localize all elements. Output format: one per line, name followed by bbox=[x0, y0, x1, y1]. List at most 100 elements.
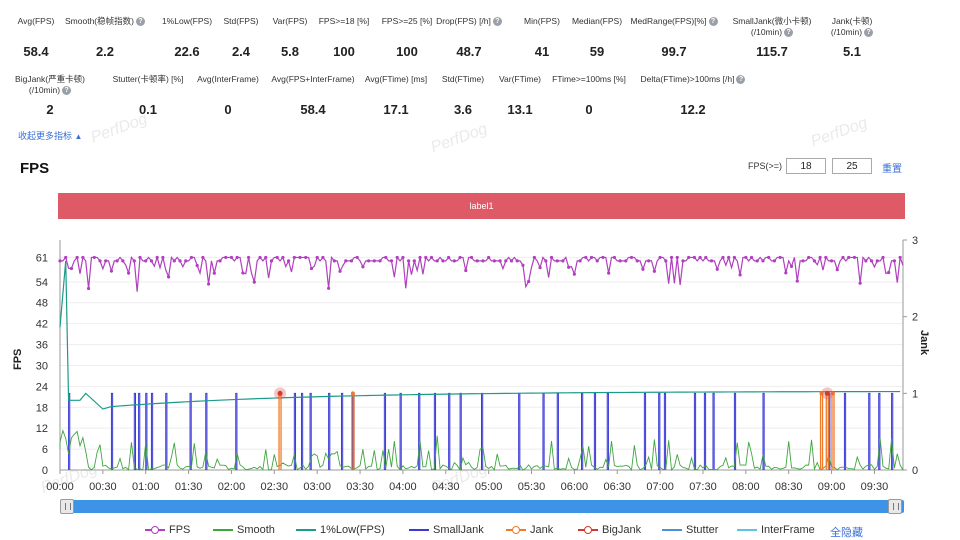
fps-point bbox=[652, 269, 656, 273]
x-tick-label: 05:00 bbox=[475, 481, 503, 493]
fps-point bbox=[412, 259, 416, 263]
fps-point bbox=[315, 255, 319, 260]
fps-point bbox=[395, 255, 399, 260]
y-tick-label: 42 bbox=[36, 319, 48, 331]
fps-point bbox=[738, 273, 742, 277]
legend-item[interactable]: Stutter bbox=[662, 524, 718, 536]
fps-point bbox=[829, 259, 834, 263]
legend-item[interactable]: BigJank bbox=[578, 524, 641, 536]
fps-series bbox=[60, 255, 904, 292]
fps-point bbox=[126, 271, 131, 275]
fps-point bbox=[812, 259, 817, 263]
fps-point bbox=[247, 255, 251, 260]
fps-point bbox=[281, 255, 285, 260]
x-tick-label: 02:00 bbox=[218, 481, 246, 493]
fps-point bbox=[349, 259, 354, 263]
fps-point bbox=[549, 255, 554, 260]
legend-symbol-icon bbox=[145, 525, 165, 535]
legend-item[interactable]: FPS bbox=[145, 524, 190, 536]
y-tick-label: 54 bbox=[36, 277, 48, 289]
fps-point bbox=[407, 259, 411, 263]
fps-point bbox=[715, 267, 719, 271]
legend-symbol-icon bbox=[662, 525, 682, 535]
fps-point bbox=[595, 259, 599, 263]
fps-point bbox=[252, 280, 256, 284]
legend-item[interactable]: InterFrame bbox=[737, 524, 815, 536]
fps-point bbox=[64, 255, 68, 260]
fps-point bbox=[195, 263, 199, 268]
fps-point bbox=[104, 259, 108, 263]
fps-point bbox=[109, 269, 114, 273]
fps-point bbox=[258, 255, 262, 260]
fps-point bbox=[189, 255, 194, 260]
fps-point bbox=[212, 271, 216, 275]
x-tick-label: 00:30 bbox=[89, 481, 117, 493]
fps-point bbox=[389, 259, 394, 263]
legend-label: FPS bbox=[169, 524, 191, 536]
fps-point bbox=[601, 255, 605, 260]
bigjank-point bbox=[277, 390, 283, 396]
y-tick-label: 24 bbox=[36, 381, 48, 393]
legend-label: SmallJank bbox=[433, 524, 484, 536]
legend-item[interactable]: SmallJank bbox=[409, 524, 484, 536]
legend-symbol-icon bbox=[213, 525, 233, 535]
fps-point bbox=[801, 259, 805, 263]
fps-point bbox=[86, 286, 91, 291]
fps-point bbox=[589, 255, 594, 260]
fps-point bbox=[69, 266, 74, 271]
fps-point bbox=[847, 255, 851, 260]
bigjank-point bbox=[824, 390, 830, 396]
fps-point bbox=[149, 259, 154, 263]
legend-label: 1%Low(FPS) bbox=[320, 524, 385, 536]
fps-point bbox=[544, 259, 548, 263]
x-tick-label: 04:00 bbox=[389, 481, 417, 493]
fps-point bbox=[687, 255, 691, 260]
y-right-tick-label: 1 bbox=[912, 388, 918, 400]
fps-point bbox=[841, 255, 845, 260]
hide-all-series-button[interactable]: 全隐藏 bbox=[830, 524, 863, 540]
fps-point bbox=[607, 271, 611, 275]
x-tick-label: 05:30 bbox=[518, 481, 546, 493]
y-right-tick-label: 2 bbox=[912, 312, 918, 324]
x-tick-label: 07:30 bbox=[689, 481, 717, 493]
fps-point bbox=[155, 255, 159, 260]
x-tick-label: 02:30 bbox=[261, 481, 289, 493]
fps-point bbox=[464, 268, 468, 273]
legend-item[interactable]: Jank bbox=[506, 524, 553, 536]
fps-point bbox=[852, 255, 857, 260]
legend-item[interactable]: 1%Low(FPS) bbox=[296, 524, 385, 536]
jank-point bbox=[350, 391, 355, 396]
y-tick-label: 48 bbox=[36, 298, 48, 310]
slider-handle-left[interactable] bbox=[60, 499, 74, 514]
fps-point bbox=[475, 259, 479, 263]
fps-point bbox=[675, 255, 679, 260]
fps-point bbox=[172, 259, 176, 263]
fps-point bbox=[275, 255, 279, 260]
fps-point bbox=[361, 265, 365, 269]
legend-symbol-icon bbox=[296, 525, 316, 535]
slider-handle-right[interactable] bbox=[888, 499, 902, 514]
fps-point bbox=[138, 255, 142, 260]
legend-label: InterFrame bbox=[761, 524, 815, 536]
fps-point bbox=[767, 255, 771, 260]
fps-point bbox=[401, 255, 405, 260]
legend-item[interactable]: Smooth bbox=[213, 524, 275, 536]
fps-point bbox=[624, 259, 628, 263]
x-tick-label: 08:30 bbox=[775, 481, 803, 493]
fps-point bbox=[681, 259, 685, 263]
fps-point bbox=[481, 259, 485, 263]
fps-point bbox=[378, 259, 382, 263]
fps-point bbox=[424, 255, 428, 260]
x-tick-label: 08:00 bbox=[732, 481, 760, 493]
time-range-slider[interactable] bbox=[60, 500, 904, 513]
fps-point bbox=[344, 259, 348, 263]
fps-point bbox=[58, 259, 62, 263]
y-right-tick-label: 0 bbox=[912, 465, 918, 477]
y-tick-label: 18 bbox=[36, 402, 48, 414]
fps-point bbox=[144, 259, 148, 263]
fps-point bbox=[287, 259, 291, 263]
fps-point bbox=[206, 282, 211, 286]
x-tick-label: 01:00 bbox=[132, 481, 160, 493]
fps-point bbox=[749, 255, 754, 260]
fps-point bbox=[538, 266, 542, 270]
